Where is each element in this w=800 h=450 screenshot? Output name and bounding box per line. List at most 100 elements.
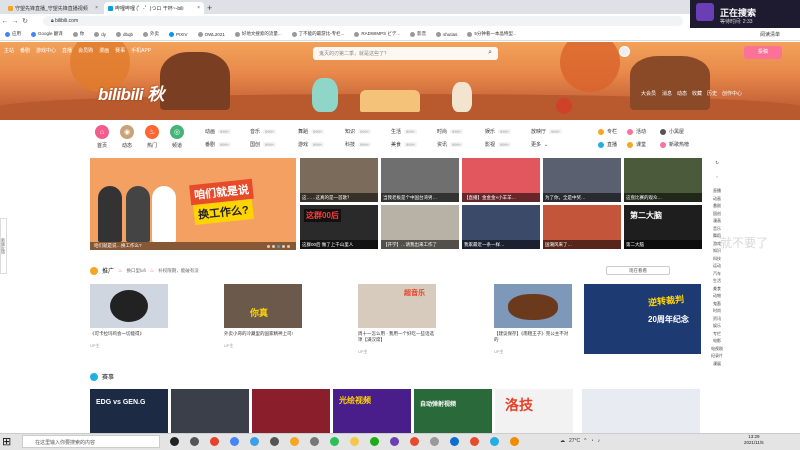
- taskbar-app-icon[interactable]: [270, 437, 279, 446]
- channel-home[interactable]: ⌂ 首页: [92, 125, 112, 149]
- video-thumb[interactable]: 【直播】金金金×小羊羊…: [462, 158, 540, 202]
- side-tab[interactable]: 资讯: [710, 316, 724, 324]
- bookmark-item[interactable]: RADWIMPS ビデ...: [349, 31, 405, 37]
- nav-vip[interactable]: 大会员: [641, 90, 656, 97]
- video-thumb[interactable]: 【开学】…请我出来工作了: [381, 205, 459, 249]
- side-tab[interactable]: 国创: [710, 211, 724, 219]
- side-tab[interactable]: 漫画: [710, 218, 724, 226]
- nav-mall[interactable]: 会员购: [78, 47, 93, 54]
- taskbar-app-icon[interactable]: [410, 437, 419, 446]
- category-tech[interactable]: 科技 999+: [345, 141, 372, 148]
- side-tab[interactable]: 鬼畜: [710, 301, 724, 309]
- video-thumb[interactable]: 这群00后 这群00后 做了上千山里人: [300, 205, 378, 249]
- side-tab[interactable]: 时尚: [710, 308, 724, 316]
- taskbar-app-icon[interactable]: [510, 437, 519, 446]
- esports-card[interactable]: EDG vs GEN.G: [90, 389, 168, 433]
- category-game[interactable]: 游戏 999+: [298, 141, 325, 148]
- volume-icon[interactable]: ♪: [598, 438, 601, 444]
- tray-chevron-icon[interactable]: ^: [584, 438, 586, 444]
- taskbar-app-icon[interactable]: [250, 437, 259, 446]
- link-column[interactable]: 专栏: [598, 128, 617, 135]
- forward-icon[interactable]: →: [10, 18, 20, 25]
- weather-temperature[interactable]: 27°C: [569, 438, 580, 444]
- wechat-icon[interactable]: [370, 437, 379, 446]
- taskbar-app-icon[interactable]: [190, 437, 199, 446]
- nav-dynamic[interactable]: 动态: [677, 90, 687, 97]
- promo-card[interactable]: 《可卡拉玛鸡会一切能得》 UP主: [90, 284, 168, 349]
- side-tab[interactable]: 漫展: [710, 361, 724, 369]
- reading-list[interactable]: 阅读清单: [760, 31, 780, 38]
- video-thumb[interactable]: 这盘比赛的观众…: [624, 158, 702, 202]
- nav-main[interactable]: 主站: [4, 47, 14, 54]
- category-life[interactable]: 生活 999+: [391, 128, 418, 135]
- taskbar-app-icon[interactable]: [450, 437, 459, 446]
- chevron-right-icon[interactable]: ›: [710, 174, 724, 188]
- weather-icon[interactable]: ☁: [560, 438, 565, 444]
- bookmark-item[interactable]: Google 翻译: [26, 31, 68, 37]
- nav-esports[interactable]: 赛事: [115, 47, 125, 54]
- side-tab[interactable]: 舞蹈: [710, 233, 724, 241]
- side-tab[interactable]: 娱乐: [710, 323, 724, 331]
- link-music-chart[interactable]: 新歌热榜: [660, 141, 689, 148]
- video-thumb[interactable]: 第二大脑 第二大脑: [624, 205, 702, 249]
- refresh-icon[interactable]: ↻: [710, 160, 724, 174]
- nav-messages[interactable]: 消息: [662, 90, 672, 97]
- nav-manga[interactable]: 漫画: [99, 47, 109, 54]
- esports-card[interactable]: 自动弹射视频: [414, 389, 492, 433]
- side-tab[interactable]: 专栏: [710, 331, 724, 339]
- video-thumb[interactable]: 为了你，全是中奖…: [543, 158, 621, 202]
- category-news[interactable]: 资讯 999+: [437, 141, 464, 148]
- esports-card[interactable]: 洛技: [495, 389, 573, 433]
- side-tab[interactable]: 汽车: [710, 271, 724, 279]
- nav-creator[interactable]: 创作中心: [722, 90, 742, 97]
- nav-bangumi[interactable]: 番剧: [20, 47, 30, 54]
- carousel-dots[interactable]: [267, 245, 290, 248]
- side-tab[interactable]: 美食: [710, 286, 724, 294]
- url-field[interactable]: 🔒︎ bilibili.com: [43, 16, 683, 26]
- bookmark-item[interactable]: dy: [89, 31, 111, 37]
- search-input[interactable]: 鬼灭的刃第二季，就是这些了？ ⌕: [313, 47, 498, 60]
- video-thumb[interactable]: 国潮风来了…: [543, 205, 621, 249]
- folder-icon[interactable]: [290, 437, 299, 446]
- channel-hot[interactable]: ♨ 热门: [142, 125, 162, 149]
- link-classroom[interactable]: 课堂: [627, 141, 646, 148]
- side-tab[interactable]: 生活: [710, 278, 724, 286]
- bookmark-item[interactable]: 好地文搜索的流量...: [230, 31, 287, 37]
- taskbar-app-icon[interactable]: [490, 437, 499, 446]
- network-icon[interactable]: ◔: [591, 438, 594, 444]
- banner-carousel[interactable]: 咱们就是说 换工作么? 咱们就是说…换工作么?: [90, 158, 296, 250]
- side-tab[interactable]: 游戏: [710, 241, 724, 249]
- side-tab[interactable]: 动物: [710, 293, 724, 301]
- nav-history[interactable]: 历史: [707, 90, 717, 97]
- esports-card[interactable]: [171, 389, 249, 433]
- side-tab[interactable]: 运动: [710, 263, 724, 271]
- category-guochuang[interactable]: 国创 999+: [250, 141, 277, 148]
- bookmark-item[interactable]: dbqb: [111, 31, 138, 37]
- upload-button[interactable]: 投稿: [744, 46, 782, 59]
- avatar[interactable]: [619, 46, 630, 57]
- side-tab[interactable]: 科技: [710, 256, 724, 264]
- taskbar-app-icon[interactable]: [210, 437, 219, 446]
- link-blackroom[interactable]: 小黑屋: [660, 128, 684, 135]
- video-thumb[interactable]: 当我老板是个中国台湾男…: [381, 158, 459, 202]
- link-live[interactable]: 直播: [598, 141, 617, 148]
- nav-live[interactable]: 直播: [62, 47, 72, 54]
- task-view-icon[interactable]: [170, 437, 179, 446]
- video-thumb[interactable]: 我家最近一条一样…: [462, 205, 540, 249]
- promo-card[interactable]: 【建议保存】《南粗王子》完公主不对的 UP主: [494, 284, 572, 355]
- promo-card[interactable]: 超音乐 周十一怎么用 · 我用一个好吃一些话选项【满汉席】 UP主: [358, 284, 436, 355]
- category-food[interactable]: 美食 999+: [391, 141, 418, 148]
- esports-card[interactable]: [252, 389, 330, 433]
- side-tab[interactable]: 电影: [710, 338, 724, 346]
- taskbar-app-icon[interactable]: [350, 437, 359, 446]
- category-knowledge[interactable]: 知识 999+: [345, 128, 372, 135]
- chrome-icon[interactable]: [230, 437, 239, 446]
- nav-app[interactable]: 手机APP: [131, 47, 151, 54]
- close-icon[interactable]: ×: [197, 5, 200, 11]
- category-film[interactable]: 影视 999+: [485, 141, 512, 148]
- tab-overwatch-live[interactable]: 守望先锋直播_守望先锋直播视频 ×: [4, 2, 102, 14]
- feedback-tab[interactable]: 新版反馈: [0, 218, 7, 274]
- reload-icon[interactable]: ↻: [20, 17, 30, 25]
- side-tab[interactable]: 直播: [710, 188, 724, 196]
- video-thumb[interactable]: 这……这真的是一首歌？: [300, 158, 378, 202]
